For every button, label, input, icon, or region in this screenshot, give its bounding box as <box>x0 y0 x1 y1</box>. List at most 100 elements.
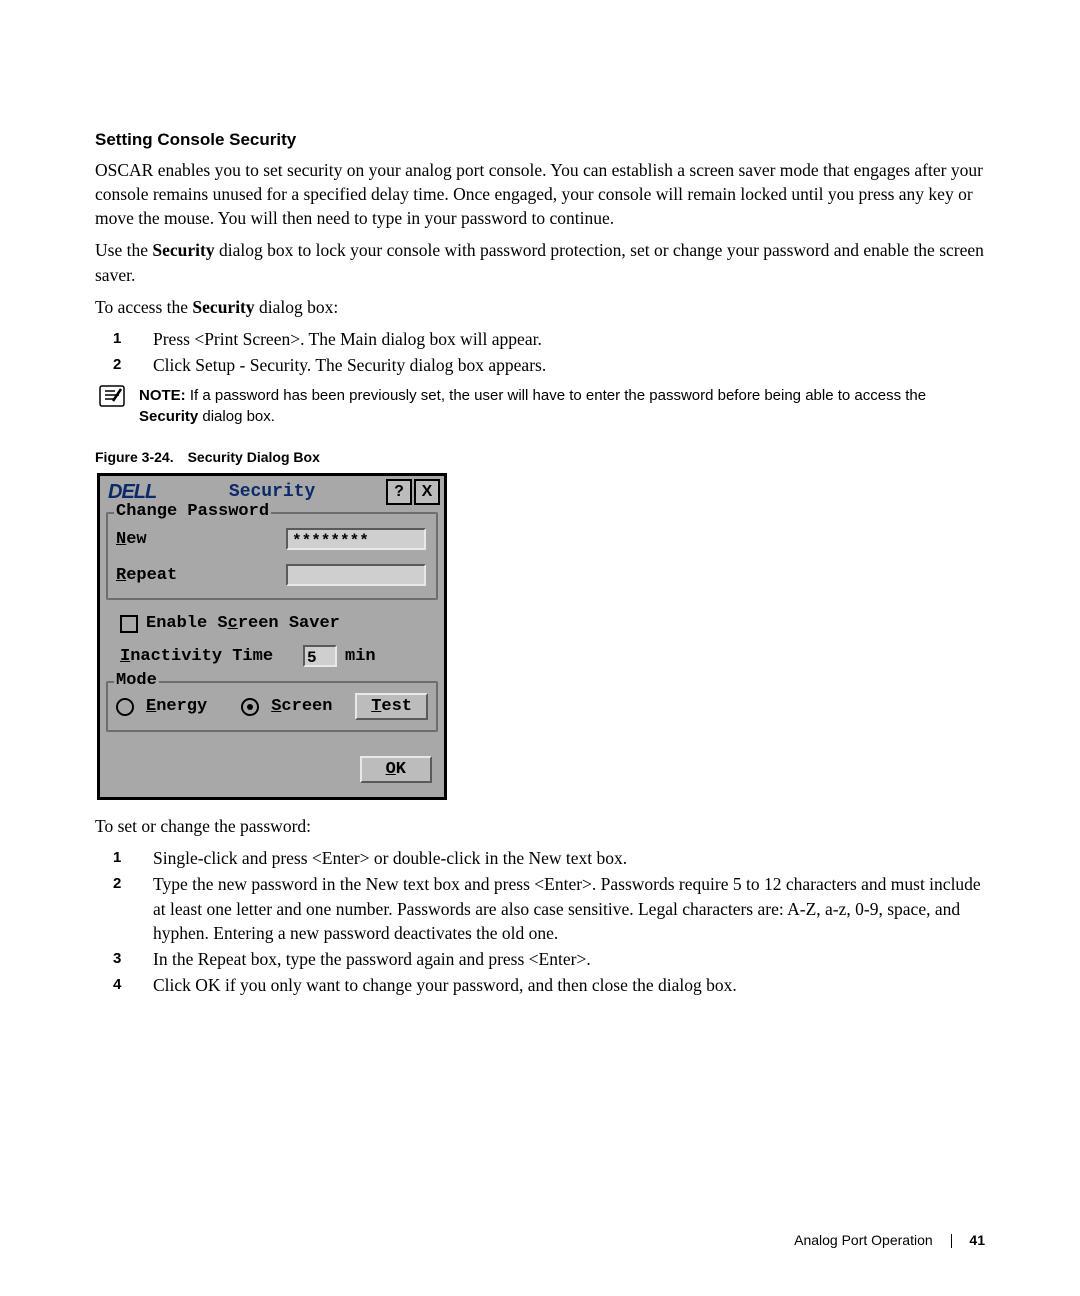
bold-text: Security <box>139 408 198 425</box>
text: dialog box will appear. <box>377 329 542 349</box>
list-text: In the Repeat box, type the password aga… <box>153 947 985 971</box>
bold-text: New <box>366 874 399 894</box>
enable-screen-saver-checkbox[interactable] <box>120 615 138 633</box>
text: nergy <box>156 697 207 716</box>
list-item: 1 Single-click and press <Enter> or doub… <box>95 846 985 870</box>
figure-number: Figure 3-24. <box>95 449 174 465</box>
repeat-password-input[interactable] <box>286 564 426 586</box>
text: If a password has been previously set, t… <box>190 387 926 404</box>
energy-radio[interactable] <box>116 698 134 716</box>
text: K <box>396 760 406 779</box>
group-legend: Mode <box>114 671 159 690</box>
hotkey: c <box>228 614 238 633</box>
text: dialog box appears. <box>405 355 546 375</box>
list-number: 1 <box>95 846 153 870</box>
hotkey: S <box>271 697 281 716</box>
list-number: 3 <box>95 947 153 971</box>
footer-page-number: 41 <box>969 1232 985 1248</box>
figure-caption: Figure 3-24. Security Dialog Box <box>95 449 985 465</box>
text: nactivity Time <box>130 647 273 666</box>
bold-text: Repeat <box>198 949 247 969</box>
hotkey: T <box>371 697 381 716</box>
text: dialog box. <box>198 408 275 425</box>
hotkey: I <box>120 647 130 666</box>
section-heading: Setting Console Security <box>95 130 985 150</box>
numbered-list-2: 1 Single-click and press <Enter> or doub… <box>95 846 985 997</box>
paragraph-2: Use the Security dialog box to lock your… <box>95 238 985 286</box>
hotkey: R <box>116 566 126 585</box>
bold-text: Main <box>340 329 377 349</box>
security-dialog: DELL Security ? X Change Password New **… <box>97 473 447 800</box>
text: Type the new password in the <box>153 874 366 894</box>
text: reen Saver <box>238 614 340 633</box>
text: creen <box>281 697 332 716</box>
close-button[interactable]: X <box>414 479 440 505</box>
text: est <box>381 697 412 716</box>
note: NOTE: If a password has been previously … <box>95 385 985 427</box>
note-label: NOTE: <box>139 387 190 404</box>
text: Single-click and press <Enter> or double… <box>153 848 528 868</box>
text: In the <box>153 949 198 969</box>
list-item: 3 In the Repeat box, type the password a… <box>95 947 985 971</box>
list-text: Click Setup - Security. The Security dia… <box>153 353 985 377</box>
ok-row: OK <box>106 742 438 791</box>
repeat-password-row: Repeat <box>116 564 428 586</box>
energy-label: Energy <box>146 697 207 716</box>
page-footer: Analog Port Operation 41 <box>794 1232 985 1248</box>
text: Press <Print Screen>. The <box>153 329 340 349</box>
inactivity-unit: min <box>345 647 376 666</box>
text: dialog box: <box>255 297 339 317</box>
inactivity-row: Inactivity Time 5 min <box>120 645 438 667</box>
screen-radio[interactable] <box>241 698 259 716</box>
dell-logo: DELL <box>104 481 160 504</box>
list-item: 4 Click OK if you only want to change yo… <box>95 973 985 997</box>
footer-separator <box>951 1234 952 1248</box>
note-text: NOTE: If a password has been previously … <box>139 385 985 427</box>
mode-row: Energy Screen Test <box>116 689 428 724</box>
list-item: 2 Click Setup - Security. The Security d… <box>95 353 985 377</box>
text: text box. <box>562 848 628 868</box>
ok-button[interactable]: OK <box>360 756 432 783</box>
bold-text: New <box>528 848 561 868</box>
list-text: Click OK if you only want to change your… <box>153 973 985 997</box>
hotkey: N <box>116 530 126 549</box>
screen-label: Screen <box>271 697 332 716</box>
text: dialog box to lock your console with pas… <box>95 240 984 284</box>
new-password-input[interactable]: ******** <box>286 528 426 550</box>
change-password-group: Change Password New ******** Repeat <box>106 512 438 600</box>
list-text: Type the new password in the New text bo… <box>153 872 985 944</box>
text: ew <box>126 530 146 549</box>
text: Enable S <box>146 614 228 633</box>
bold-text: Security <box>152 240 214 260</box>
new-password-label: New <box>116 530 286 549</box>
text: Click <box>153 355 195 375</box>
list-number: 2 <box>95 353 153 377</box>
group-legend: Change Password <box>114 502 271 521</box>
text: Click <box>153 975 195 995</box>
note-icon <box>95 385 139 427</box>
text: Use the <box>95 240 152 260</box>
dialog-title: Security <box>160 482 384 502</box>
bold-text: Security <box>347 355 405 375</box>
figure-title: Security Dialog Box <box>188 449 320 465</box>
list-number: 4 <box>95 973 153 997</box>
enable-screen-saver-row: Enable Screen Saver <box>120 614 438 633</box>
bold-text: Setup - Security <box>195 355 307 375</box>
list-number: 1 <box>95 327 153 351</box>
hotkey: O <box>386 760 396 779</box>
test-button[interactable]: Test <box>355 693 428 720</box>
list-text: Single-click and press <Enter> or double… <box>153 846 985 870</box>
inactivity-time-input[interactable]: 5 <box>303 645 337 667</box>
footer-section: Analog Port Operation <box>794 1232 933 1248</box>
text: . The <box>307 355 347 375</box>
enable-screen-saver-label: Enable Screen Saver <box>146 614 340 633</box>
help-button[interactable]: ? <box>386 479 412 505</box>
list-number: 2 <box>95 872 153 944</box>
hotkey: E <box>146 697 156 716</box>
text: epeat <box>126 566 177 585</box>
text: box, type the password again and press <… <box>246 949 590 969</box>
paragraph-1: OSCAR enables you to set security on you… <box>95 158 985 230</box>
bold-text: OK <box>195 975 220 995</box>
list-text: Press <Print Screen>. The Main dialog bo… <box>153 327 985 351</box>
paragraph-3: To access the Security dialog box: <box>95 295 985 319</box>
